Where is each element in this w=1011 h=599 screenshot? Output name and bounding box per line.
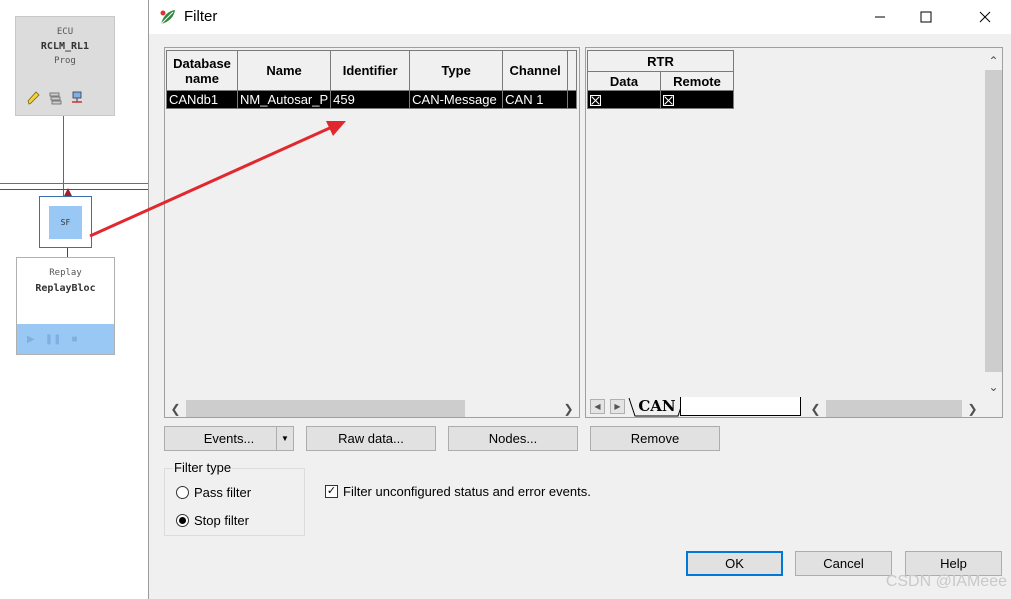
rtr-grid[interactable]: RTR Data Remote ⌃ ⌄ ◀ ▶ CAN ❮ ❯	[585, 47, 1003, 418]
cell-overflow	[567, 90, 578, 109]
scroll-right-icon[interactable]: ❯	[964, 400, 981, 417]
bus-line-can	[0, 183, 149, 184]
radio-selected-icon	[176, 514, 189, 527]
checkmark-icon: ✓	[325, 485, 338, 498]
watermark: CSDN @IAMeee	[885, 573, 1007, 590]
col-overflow	[567, 50, 578, 91]
title-bar: Filter	[149, 0, 1011, 34]
cell-identifier[interactable]: 459	[330, 90, 411, 109]
rtr-table: RTR Data Remote	[587, 50, 734, 109]
filter-type-group: Filter type Pass filter Stop filter	[164, 460, 305, 536]
stop-filter-radio[interactable]: Stop filter	[176, 513, 249, 528]
tab-strip: ◀ ▶ CAN	[588, 397, 803, 417]
minimize-icon	[875, 16, 885, 18]
col-identifier[interactable]: Identifier	[330, 50, 411, 91]
cell-data-checkbox[interactable]	[587, 90, 661, 109]
bus-line-secondary	[0, 189, 149, 190]
maximize-button[interactable]	[903, 0, 949, 34]
replay-block[interactable]: Replay ReplayBloc ▶ ❚❚ ■	[16, 257, 115, 355]
connection-line	[63, 116, 64, 196]
tab-empty-area	[680, 397, 801, 416]
close-icon	[979, 11, 991, 23]
scroll-down-icon[interactable]: ⌄	[985, 378, 1002, 395]
horizontal-scrollbar-right[interactable]: ❮ ❯	[805, 400, 983, 417]
ecu-type-label: ECU	[56, 27, 74, 37]
tab-next-icon[interactable]: ▶	[610, 399, 625, 414]
close-button[interactable]	[962, 0, 1008, 34]
cell-database[interactable]: CANdb1	[166, 90, 238, 109]
dialog-title: Filter	[184, 8, 218, 25]
raw-data-button[interactable]: Raw data...	[306, 426, 436, 451]
scroll-thumb[interactable]	[186, 400, 465, 417]
vertical-scroll-thumb[interactable]	[985, 70, 1002, 372]
scroll-left-icon[interactable]: ❮	[167, 400, 184, 417]
col-remote[interactable]: Remote	[660, 71, 734, 91]
sf-block-label: SF	[49, 206, 82, 239]
col-channel[interactable]: Channel	[502, 50, 569, 91]
stop-icon[interactable]: ■	[71, 334, 77, 345]
cell-channel[interactable]: CAN 1	[502, 90, 569, 109]
scroll-thumb[interactable]	[826, 400, 962, 417]
vertical-scrollbar[interactable]: ⌃ ⌄	[985, 48, 1002, 400]
replay-type-label: Replay	[49, 268, 82, 278]
filter-unconfigured-checkbox[interactable]: ✓ Filter unconfigured status and error e…	[325, 484, 591, 499]
leaf-app-icon	[159, 8, 177, 26]
maximize-icon	[920, 11, 932, 23]
pass-filter-radio[interactable]: Pass filter	[176, 485, 251, 500]
replay-name: ReplayBloc	[35, 283, 96, 294]
rtr-group-header[interactable]: RTR	[587, 50, 734, 72]
arrow-up-icon	[64, 188, 72, 196]
cell-name[interactable]: NM_Autosar_P	[236, 90, 332, 109]
sf-block[interactable]: SF	[39, 196, 92, 248]
message-table: Database name Name Identifier Type Chann…	[166, 50, 578, 109]
col-data[interactable]: Data	[587, 71, 661, 91]
pencil-icon[interactable]	[26, 91, 40, 105]
table-row[interactable]	[587, 90, 734, 109]
cancel-button[interactable]: Cancel	[795, 551, 892, 576]
dropdown-arrow-icon[interactable]: ▼	[276, 427, 293, 450]
pause-icon[interactable]: ❚❚	[45, 334, 62, 345]
cell-remote-checkbox[interactable]	[660, 90, 734, 109]
filter-type-label: Filter type	[173, 460, 233, 475]
col-name[interactable]: Name	[236, 50, 332, 91]
filter-dialog: Filter Database name Name Identifier Typ…	[148, 0, 1011, 599]
horizontal-scrollbar[interactable]: ❮ ❯	[165, 400, 579, 417]
tab-can[interactable]: CAN	[633, 397, 681, 416]
message-grid[interactable]: Database name Name Identifier Type Chann…	[164, 47, 580, 418]
connection-line-lower	[67, 248, 68, 257]
col-database-name[interactable]: Database name	[166, 50, 238, 91]
filter-unconfigured-label: Filter unconfigured status and error eve…	[343, 484, 591, 499]
remove-button[interactable]: Remove	[590, 426, 720, 451]
radio-unselected-icon	[176, 486, 189, 499]
ecu-mode: Prog	[54, 56, 76, 66]
nodes-button[interactable]: Nodes...	[448, 426, 578, 451]
checked-box-icon	[663, 95, 674, 106]
ecu-name: RCLM_RL1	[40, 41, 90, 52]
simulation-canvas: ECU RCLM_RL1 Prog SF Replay ReplayBloc ▶…	[0, 0, 149, 599]
scroll-right-icon[interactable]: ❯	[560, 400, 577, 417]
ok-button[interactable]: OK	[686, 551, 783, 576]
ecu-block[interactable]: ECU RCLM_RL1 Prog	[15, 16, 115, 116]
tab-prev-icon[interactable]: ◀	[590, 399, 605, 414]
scroll-up-icon[interactable]: ⌃	[985, 52, 1002, 69]
minimize-button[interactable]	[857, 0, 903, 34]
checked-box-icon	[590, 95, 601, 106]
events-button[interactable]: Events... ▼	[164, 426, 294, 451]
replay-controls: ▶ ❚❚ ■	[17, 324, 114, 354]
events-button-label: Events...	[203, 431, 255, 446]
play-icon[interactable]: ▶	[27, 334, 35, 345]
cell-type[interactable]: CAN-Message	[409, 90, 504, 109]
table-row[interactable]: CANdb1 NM_Autosar_P 459 CAN-Message CAN …	[166, 90, 578, 109]
pass-filter-label: Pass filter	[194, 485, 252, 500]
stack-icon[interactable]	[48, 91, 62, 105]
stop-filter-label: Stop filter	[194, 513, 249, 528]
col-type[interactable]: Type	[409, 50, 504, 91]
scroll-left-icon[interactable]: ❮	[807, 400, 824, 417]
network-node-icon[interactable]	[70, 91, 84, 105]
